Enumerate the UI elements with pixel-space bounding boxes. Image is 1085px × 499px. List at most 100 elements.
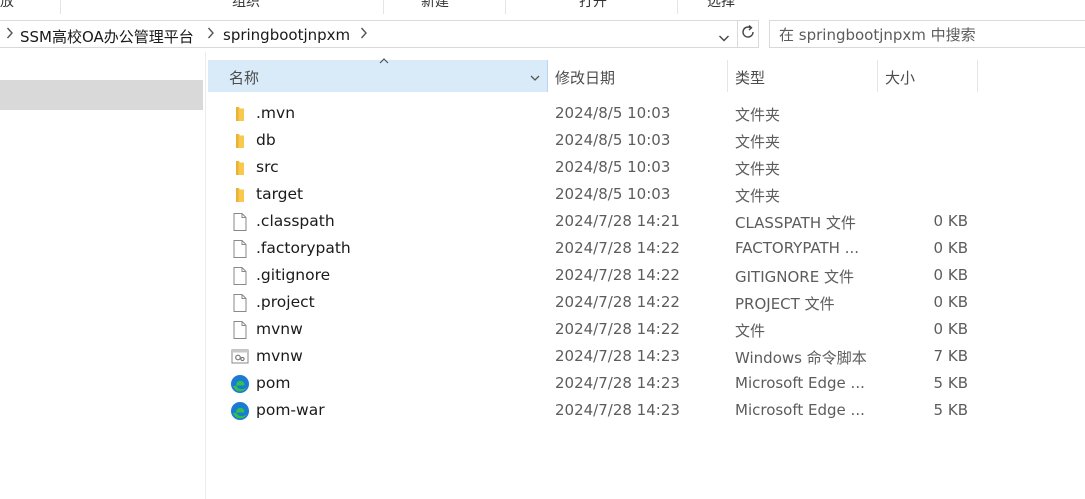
file-modified-date: 2024/7/28 14:22 (555, 293, 680, 311)
file-row[interactable]: .classpath 2024/7/28 14:21 CLASSPATH 文件 0 K… (208, 208, 978, 235)
file-type: 文件夹 (735, 106, 781, 124)
file-type: FACTORYPATH ... (735, 239, 860, 257)
file-modified-date: 2024/8/5 10:03 (555, 131, 671, 149)
file-explorer-window: 放 组织 新建 打开 选择 SSM高校OA办公管理平台 springbootjn… (0, 0, 1085, 499)
ribbon-label: 新建 (421, 0, 449, 10)
file-icon (230, 293, 250, 313)
file-row[interactable]: .gitignore 2024/7/28 14:22 GITIGNORE 文件 0 K… (208, 262, 978, 289)
file-icon (230, 320, 250, 340)
address-bar[interactable]: SSM高校OA办公管理平台 springbootjnpxm (0, 20, 738, 48)
navigation-pane[interactable] (0, 52, 206, 499)
file-size: 0 KB (933, 266, 968, 284)
breadcrumb-separator-icon[interactable] (207, 26, 215, 44)
address-history-dropdown-icon[interactable] (718, 29, 730, 42)
folder-icon (230, 158, 250, 178)
file-size: 0 KB (933, 320, 968, 338)
file-type: 文件夹 (735, 133, 781, 151)
edge-icon (230, 374, 250, 394)
column-header-date[interactable]: 修改日期 (548, 60, 728, 92)
column-header-name[interactable]: 名称 (208, 58, 548, 92)
file-modified-date: 2024/7/28 14:22 (555, 320, 680, 338)
file-name: pom (256, 374, 291, 392)
column-header-label: 大小 (885, 69, 916, 87)
file-size: 0 KB (933, 212, 968, 230)
file-size: 5 KB (933, 374, 968, 392)
file-type: Microsoft Edge ... (735, 374, 865, 392)
ribbon-label: 放 (0, 0, 14, 10)
file-modified-date: 2024/8/5 10:03 (555, 185, 671, 203)
ribbon-group-0[interactable]: 放 (0, 0, 61, 14)
address-row: SSM高校OA办公管理平台 springbootjnpxm (0, 18, 1085, 50)
file-type: CLASSPATH 文件 (735, 214, 856, 232)
column-filter-chevron-icon[interactable] (529, 70, 541, 88)
file-row[interactable]: db 2024/8/5 10:03 文件夹 (208, 127, 978, 154)
file-icon (230, 239, 250, 259)
breadcrumb-item-root[interactable]: SSM高校OA办公管理平台 (20, 26, 194, 47)
file-name: .gitignore (256, 266, 331, 284)
breadcrumb-item-current[interactable]: springbootjnpxm (223, 26, 350, 44)
folder-icon (230, 131, 250, 151)
search-box[interactable] (769, 20, 1085, 48)
file-modified-date: 2024/7/28 14:22 (555, 239, 680, 257)
folder-icon (230, 104, 250, 124)
file-modified-date: 2024/7/28 14:21 (555, 212, 680, 230)
file-name: .project (256, 293, 315, 311)
file-row[interactable]: pom-war 2024/7/28 14:23 Microsoft Edge ...… (208, 397, 978, 424)
file-row[interactable]: pom 2024/7/28 14:23 Microsoft Edge ... 5 KB (208, 370, 978, 397)
edge-icon (230, 401, 250, 421)
file-type: GITIGNORE 文件 (735, 268, 854, 286)
column-header-label: 类型 (735, 69, 766, 87)
file-name: .factorypath (256, 239, 351, 257)
refresh-icon (740, 24, 756, 44)
file-row[interactable]: .project 2024/7/28 14:22 PROJECT 文件 0 KB (208, 289, 978, 316)
file-row[interactable]: target 2024/8/5 10:03 文件夹 (208, 181, 978, 208)
file-modified-date: 2024/7/28 14:22 (555, 266, 680, 284)
file-list: .mvn 2024/8/5 10:03 文件夹 db 2024/8/5 10:03 文件夹… (208, 100, 1085, 424)
file-type: 文件夹 (735, 187, 781, 205)
file-row[interactable]: src 2024/8/5 10:03 文件夹 (208, 154, 978, 181)
file-modified-date: 2024/8/5 10:03 (555, 158, 671, 176)
ribbon-label: 打开 (579, 0, 607, 10)
file-row[interactable]: mvnw 2024/7/28 14:23 Windows 命令脚本 7 KB (208, 343, 978, 370)
file-size: 0 KB (933, 293, 968, 311)
file-modified-date: 2024/7/28 14:23 (555, 347, 680, 365)
file-icon (230, 266, 250, 286)
file-row[interactable]: .mvn 2024/8/5 10:03 文件夹 (208, 100, 978, 127)
file-name: src (256, 158, 279, 176)
column-header-row: 名称 修改日期 类型 大小 (208, 58, 1085, 92)
ribbon-bar: 放 组织 新建 打开 选择 (0, 0, 1085, 14)
column-header-label: 修改日期 (555, 69, 616, 87)
breadcrumb-separator-icon[interactable] (360, 26, 368, 44)
nav-selected-item[interactable] (0, 80, 203, 110)
file-type: Windows 命令脚本 (735, 349, 867, 367)
script-icon (230, 347, 250, 367)
ribbon-group-select[interactable]: 选择 (677, 0, 757, 14)
file-size: 7 KB (933, 347, 968, 365)
ribbon-label: 选择 (707, 0, 735, 10)
file-name: pom-war (256, 401, 325, 419)
file-modified-date: 2024/8/5 10:03 (555, 104, 671, 122)
file-name: target (256, 185, 304, 203)
column-header-size[interactable]: 大小 (878, 60, 978, 92)
column-header-label: 名称 (229, 69, 260, 87)
file-row[interactable]: .factorypath 2024/7/28 14:22 FACTORYPATH .… (208, 235, 978, 262)
file-type: 文件夹 (735, 160, 781, 178)
file-name: mvnw (256, 347, 303, 365)
file-type: PROJECT 文件 (735, 295, 835, 313)
file-name: .classpath (256, 212, 335, 230)
search-input[interactable] (779, 25, 1079, 45)
file-row[interactable]: mvnw 2024/7/28 14:22 文件 0 KB (208, 316, 978, 343)
breadcrumb-separator-icon[interactable] (6, 26, 14, 44)
file-size: 5 KB (933, 401, 968, 419)
file-type: Microsoft Edge ... (735, 401, 865, 419)
ribbon-group-organize[interactable]: 组织 (60, 0, 384, 14)
refresh-button[interactable] (737, 20, 759, 48)
file-modified-date: 2024/7/28 14:23 (555, 401, 680, 419)
file-name: .mvn (256, 104, 296, 122)
ribbon-group-new[interactable]: 新建 (383, 0, 506, 14)
ribbon-group-open[interactable]: 打开 (505, 0, 678, 14)
file-name: db (256, 131, 276, 149)
file-type: 文件 (735, 322, 766, 340)
ribbon-label: 组织 (232, 0, 260, 10)
column-header-type[interactable]: 类型 (728, 60, 878, 92)
